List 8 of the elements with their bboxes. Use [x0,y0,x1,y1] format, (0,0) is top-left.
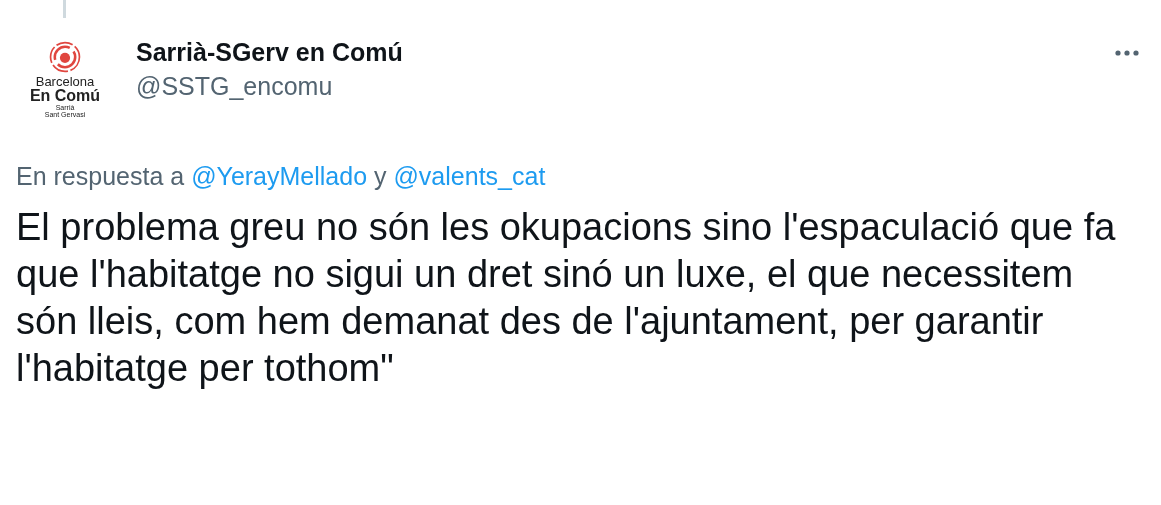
tweet-text: El problema greu no són les okupacions sino l'espaculació que fa que l'habitatge no sigui un dret sinó un luxe, el que necessitem són lleis, com hem demanat des de l'ajuntament, per garantir l'habitatge per tothom" [16,205,1117,391]
spiral-logo-icon [48,40,82,74]
reply-context: En respuesta a @YerayMellado y @valents_cat [16,161,547,192]
thread-line [63,0,66,18]
logo-text: En Comú [29,88,101,104]
author-name[interactable]: Sarrià-SGerv en Comú [136,36,403,68]
logo-text: Barcelona [35,75,95,88]
author-handle[interactable]: @SSTG_encomu [136,68,403,104]
